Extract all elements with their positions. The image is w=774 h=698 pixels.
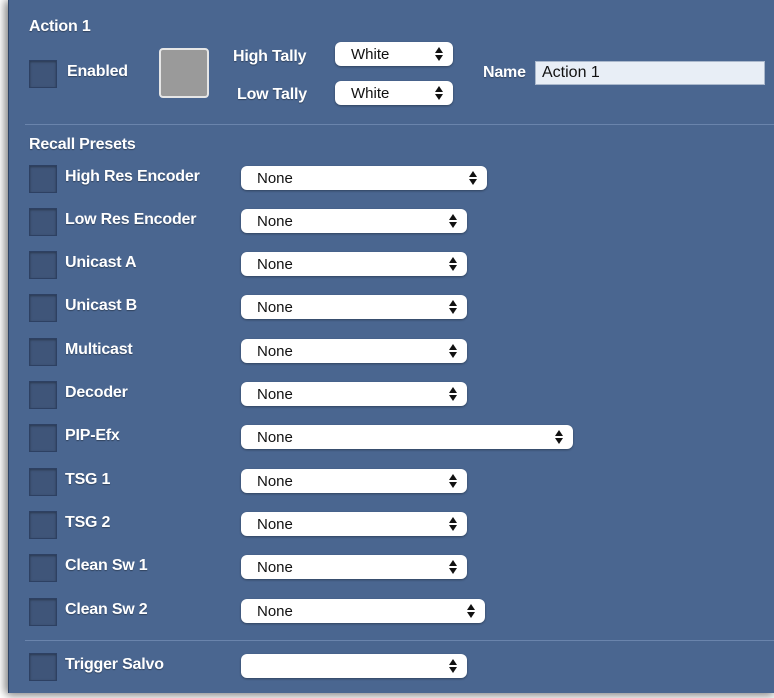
divider xyxy=(25,124,774,125)
select-arrows-icon xyxy=(469,169,477,187)
select-arrows-icon xyxy=(449,255,457,273)
recall-label: PIP-Efx xyxy=(65,427,120,444)
recall-value: None xyxy=(257,256,293,273)
low-tally-label: Low Tally xyxy=(237,86,307,103)
recall-select[interactable]: None xyxy=(241,425,573,449)
select-arrows-icon xyxy=(449,298,457,316)
divider xyxy=(25,640,774,641)
high-tally-label: High Tally xyxy=(233,48,307,65)
recall-select[interactable]: None xyxy=(241,382,467,406)
recall-label: Low Res Encoder xyxy=(65,211,197,228)
recall-checkbox[interactable] xyxy=(29,468,57,496)
recall-select[interactable]: None xyxy=(241,209,467,233)
name-input[interactable]: Action 1 xyxy=(535,61,765,85)
recall-label: Clean Sw 2 xyxy=(65,601,148,618)
enabled-checkbox[interactable] xyxy=(29,60,57,88)
low-tally-select[interactable]: White xyxy=(335,81,453,105)
recall-value: None xyxy=(257,386,293,403)
recall-select[interactable]: None xyxy=(241,555,467,579)
action-title: Action 1 xyxy=(29,18,91,35)
select-arrows-icon xyxy=(435,45,443,63)
trigger-salvo-label: Trigger Salvo xyxy=(65,656,164,673)
recall-value: None xyxy=(257,603,293,620)
recall-checkbox[interactable] xyxy=(29,294,57,322)
recall-label: TSG 1 xyxy=(65,471,111,488)
color-swatch[interactable] xyxy=(159,48,209,98)
recall-label: TSG 2 xyxy=(65,514,111,531)
select-arrows-icon xyxy=(467,602,475,620)
select-arrows-icon xyxy=(449,515,457,533)
enabled-label: Enabled xyxy=(67,63,128,80)
recall-value: None xyxy=(257,516,293,533)
select-arrows-icon xyxy=(435,84,443,102)
recall-checkbox[interactable] xyxy=(29,598,57,626)
recall-value: None xyxy=(257,559,293,576)
recall-select[interactable]: None xyxy=(241,469,467,493)
recall-label: Unicast B xyxy=(65,297,137,314)
recall-checkbox[interactable] xyxy=(29,251,57,279)
recall-select[interactable]: None xyxy=(241,599,485,623)
select-arrows-icon xyxy=(449,342,457,360)
recall-select[interactable]: None xyxy=(241,295,467,319)
recall-checkbox[interactable] xyxy=(29,208,57,236)
action-panel: Action 1 Enabled High Tally White Low Ta… xyxy=(8,0,774,693)
recall-value: None xyxy=(257,213,293,230)
recall-presets-title: Recall Presets xyxy=(29,136,136,153)
recall-select[interactable]: None xyxy=(241,166,487,190)
recall-checkbox[interactable] xyxy=(29,381,57,409)
select-arrows-icon xyxy=(449,385,457,403)
select-arrows-icon xyxy=(449,212,457,230)
trigger-salvo-checkbox[interactable] xyxy=(29,653,57,681)
recall-select[interactable]: None xyxy=(241,512,467,536)
recall-value: None xyxy=(257,299,293,316)
recall-label: Clean Sw 1 xyxy=(65,557,148,574)
recall-value: None xyxy=(257,170,293,187)
recall-select[interactable]: None xyxy=(241,252,467,276)
recall-select[interactable]: None xyxy=(241,339,467,363)
recall-value: None xyxy=(257,473,293,490)
recall-checkbox[interactable] xyxy=(29,338,57,366)
name-label: Name xyxy=(483,64,526,81)
select-arrows-icon xyxy=(449,558,457,576)
recall-checkbox[interactable] xyxy=(29,165,57,193)
trigger-salvo-select[interactable] xyxy=(241,654,467,678)
recall-label: Decoder xyxy=(65,384,128,401)
recall-checkbox[interactable] xyxy=(29,424,57,452)
select-arrows-icon xyxy=(449,472,457,490)
recall-value: None xyxy=(257,343,293,360)
recall-label: Multicast xyxy=(65,341,133,358)
high-tally-select[interactable]: White xyxy=(335,42,453,66)
low-tally-value: White xyxy=(351,85,390,102)
recall-label: Unicast A xyxy=(65,254,137,271)
recall-checkbox[interactable] xyxy=(29,511,57,539)
recall-label: High Res Encoder xyxy=(65,168,200,185)
high-tally-value: White xyxy=(351,46,390,63)
recall-value: None xyxy=(257,429,293,446)
select-arrows-icon xyxy=(555,428,563,446)
select-arrows-icon xyxy=(449,657,457,675)
recall-checkbox[interactable] xyxy=(29,554,57,582)
